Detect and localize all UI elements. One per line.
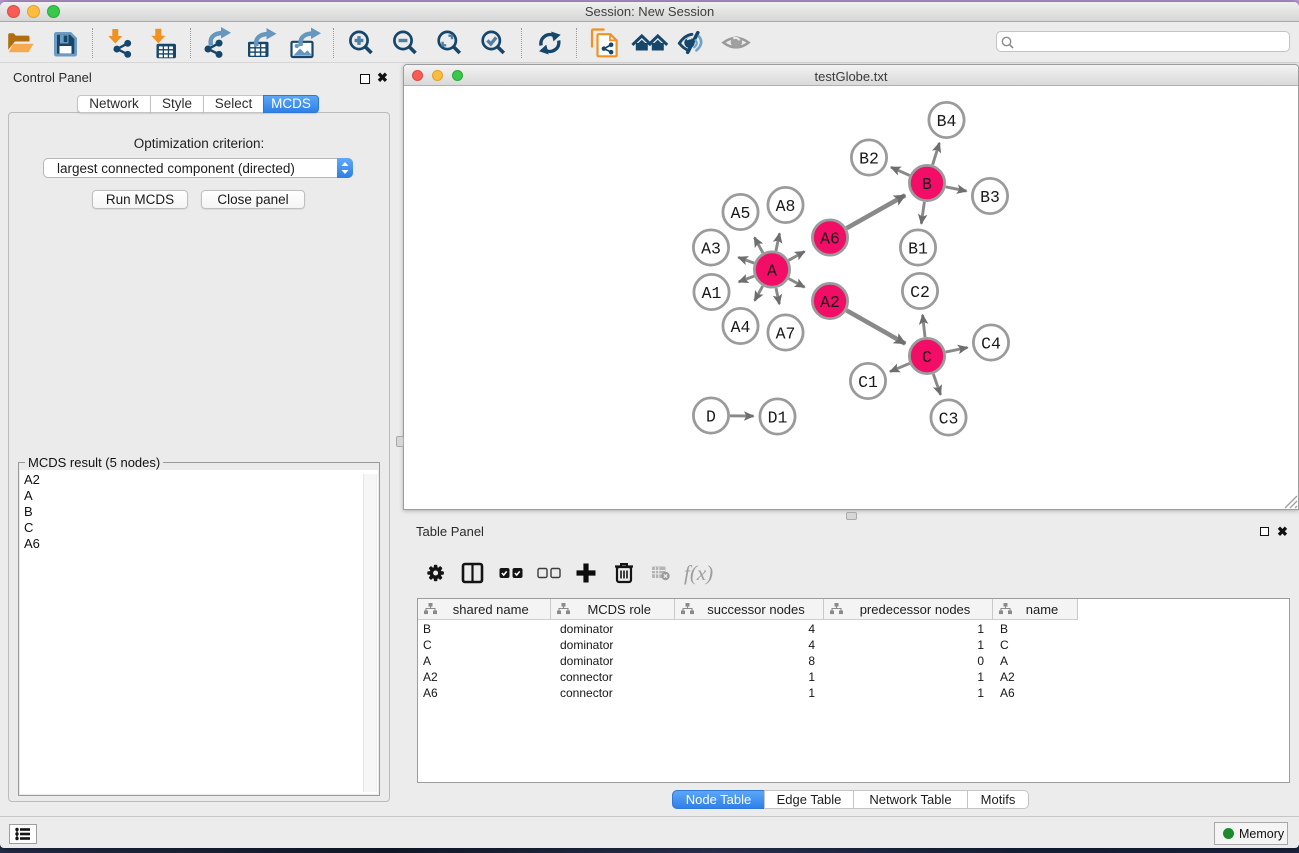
svg-text:A1: A1: [702, 284, 722, 303]
svg-text:A2: A2: [820, 293, 840, 312]
svg-text:A: A: [767, 261, 777, 280]
svg-text:C3: C3: [939, 409, 959, 428]
svg-text:A8: A8: [776, 197, 796, 216]
svg-text:A3: A3: [701, 239, 721, 258]
svg-text:C4: C4: [981, 334, 1001, 353]
svg-text:D1: D1: [768, 408, 788, 427]
svg-text:B2: B2: [859, 149, 879, 168]
svg-text:C2: C2: [910, 283, 930, 302]
svg-text:A5: A5: [731, 204, 751, 223]
svg-text:D: D: [706, 407, 716, 426]
svg-text:A6: A6: [820, 229, 840, 248]
svg-text:C: C: [922, 348, 932, 367]
svg-text:B: B: [922, 175, 932, 194]
svg-text:B1: B1: [908, 239, 928, 258]
svg-text:A4: A4: [731, 318, 751, 337]
svg-text:A7: A7: [776, 324, 796, 343]
svg-text:B3: B3: [980, 188, 1000, 207]
svg-text:B4: B4: [937, 112, 957, 131]
svg-text:C1: C1: [858, 373, 878, 392]
